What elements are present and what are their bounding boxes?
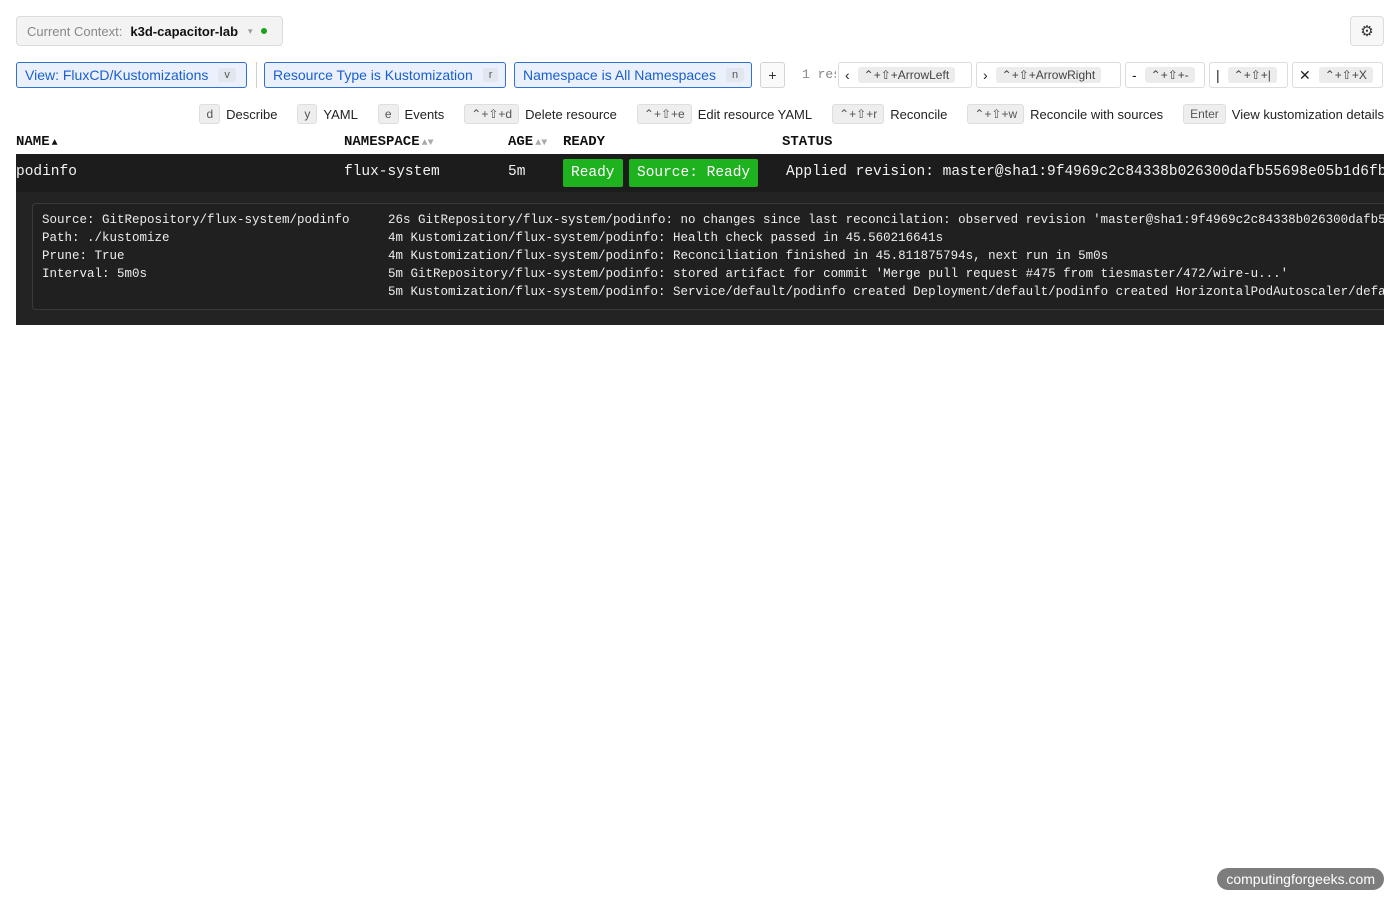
action-view-details[interactable]: Enter View kustomization details <box>1183 104 1384 124</box>
action-label: YAML <box>323 106 358 122</box>
filter-resource-type-label: Resource Type is Kustomization <box>273 67 473 83</box>
column-header-label: AGE <box>508 134 534 150</box>
action-key: e <box>377 104 399 124</box>
action-edit-yaml[interactable]: ⌃+⇧+e Edit resource YAML <box>636 104 813 124</box>
filter-divider <box>256 62 257 88</box>
action-delete-resource[interactable]: ⌃+⇧+d Delete resource <box>464 104 617 124</box>
column-header-namespace[interactable]: NAMESPACE ▲▼ <box>344 134 434 150</box>
action-key: ⌃+⇧+e <box>636 104 692 124</box>
row-status: Applied revision: master@sha1:9f4969c2c8… <box>786 164 1384 180</box>
plus-icon: + <box>768 67 777 83</box>
chevron-left-icon: ‹ <box>845 67 850 83</box>
action-bar: d Describe y YAML e Events ⌃+⇧+d Delete … <box>179 104 1384 124</box>
row-namespace: flux-system <box>344 164 440 180</box>
move-right-button[interactable]: › ⌃+⇧+ArrowRight <box>976 62 1121 88</box>
detail-interval: Interval: 5m0s <box>42 267 148 281</box>
action-events[interactable]: e Events <box>377 104 445 124</box>
move-left-button[interactable]: ‹ ⌃+⇧+ArrowLeft <box>838 62 972 88</box>
add-filter-button[interactable]: + <box>760 62 785 88</box>
filter-namespace-key: n <box>725 68 745 82</box>
connection-status-icon <box>260 28 267 34</box>
split-horizontal-button[interactable]: - ⌃+⇧+- <box>1125 62 1205 88</box>
detail-prune: Prune: True <box>42 249 125 263</box>
move-left-shortcut: ⌃+⇧+ArrowLeft <box>857 67 956 83</box>
action-key: ⌃+⇧+d <box>464 104 520 124</box>
row-name: podinfo <box>16 164 77 180</box>
split-horizontal-shortcut: ⌃+⇧+- <box>1144 67 1195 83</box>
gear-icon: ⚙ <box>1360 23 1374 40</box>
sort-icon: ▲▼ <box>421 138 434 149</box>
action-label: Delete resource <box>525 106 617 122</box>
action-key: ⌃+⇧+w <box>967 104 1025 124</box>
filter-resource-type-key: r <box>482 68 499 82</box>
close-icon: ✕ <box>1299 66 1311 83</box>
source-ready-badge: Source: Ready <box>629 159 759 187</box>
column-header-name[interactable]: NAME ▲ <box>16 134 58 150</box>
sort-ascending-icon: ▲ <box>51 138 58 149</box>
row-age: 5m <box>508 164 526 180</box>
split-vertical-shortcut: ⌃+⇧+| <box>1227 67 1277 83</box>
filter-resource-type[interactable]: Resource Type is Kustomization r <box>264 62 506 88</box>
action-key: y <box>297 104 318 124</box>
split-vertical-button[interactable]: | ⌃+⇧+| <box>1209 62 1288 88</box>
ready-badge: Ready <box>563 159 623 187</box>
watermark-badge: computingforgeeks.com <box>1217 868 1384 890</box>
action-key: ⌃+⇧+r <box>832 104 885 124</box>
expanded-row-panel: podinfo flux-system 5m Ready Source: Rea… <box>16 154 1384 325</box>
detail-source: Source: GitRepository/flux-system/podinf… <box>42 213 350 227</box>
action-label: Reconcile with sources <box>1030 106 1164 122</box>
chevron-down-icon: ▾ <box>248 25 253 36</box>
event-line: 5m Kustomization/flux-system/podinfo: Se… <box>388 285 1384 299</box>
column-header-status: STATUS <box>782 134 833 150</box>
action-reconcile-with-sources[interactable]: ⌃+⇧+w Reconcile with sources <box>967 104 1163 124</box>
action-label: View kustomization details <box>1231 106 1384 122</box>
event-line: 4m Kustomization/flux-system/podinfo: Re… <box>388 249 1109 263</box>
event-line: 4m Kustomization/flux-system/podinfo: He… <box>388 231 944 245</box>
details-events: 26s GitRepository/flux-system/podinfo: n… <box>388 211 1384 301</box>
sort-icon: ▲▼ <box>535 138 548 149</box>
chevron-right-icon: › <box>983 67 988 83</box>
action-label: Describe <box>226 106 278 122</box>
context-selector[interactable]: Current Context: k3d-capacitor-lab ▾ <box>16 16 283 46</box>
action-label: Edit resource YAML <box>697 106 813 122</box>
column-header-age[interactable]: AGE ▲▼ <box>508 134 547 150</box>
action-key: Enter <box>1183 104 1226 124</box>
details-info: Source: GitRepository/flux-system/podinf… <box>42 211 350 283</box>
action-yaml[interactable]: y YAML <box>297 104 358 124</box>
minus-icon: - <box>1132 67 1137 83</box>
column-header-label: NAME <box>16 134 50 150</box>
column-header-label: NAMESPACE <box>344 134 420 150</box>
context-label: Current Context: <box>27 23 123 39</box>
filter-namespace[interactable]: Namespace is All Namespaces n <box>514 62 752 88</box>
settings-button[interactable]: ⚙ <box>1350 16 1384 46</box>
action-key: d <box>199 104 221 124</box>
action-describe[interactable]: d Describe <box>199 104 277 124</box>
filter-view-label: View: FluxCD/Kustomizations <box>25 67 209 83</box>
action-label: Reconcile <box>890 106 948 122</box>
context-value: k3d-capacitor-lab <box>130 23 239 39</box>
close-pane-button[interactable]: ✕ ⌃+⇧+X <box>1292 62 1383 88</box>
event-line: 26s GitRepository/flux-system/podinfo: n… <box>388 213 1384 227</box>
table-row[interactable]: podinfo flux-system 5m Ready Source: Rea… <box>16 154 1384 192</box>
action-label: Events <box>404 106 445 122</box>
move-right-shortcut: ⌃+⇧+ArrowRight <box>995 67 1102 83</box>
filter-namespace-label: Namespace is All Namespaces <box>523 67 716 83</box>
event-line: 5m GitRepository/flux-system/podinfo: st… <box>388 267 1289 281</box>
detail-path: Path: ./kustomize <box>42 231 170 245</box>
pipe-icon: | <box>1216 67 1220 83</box>
column-header-ready: READY <box>563 134 606 150</box>
filter-view-key: v <box>218 68 236 82</box>
action-reconcile[interactable]: ⌃+⇧+r Reconcile <box>832 104 947 124</box>
close-pane-shortcut: ⌃+⇧+X <box>1318 67 1373 83</box>
filter-view[interactable]: View: FluxCD/Kustomizations v <box>16 62 247 88</box>
results-count: 1 results <box>802 67 836 82</box>
